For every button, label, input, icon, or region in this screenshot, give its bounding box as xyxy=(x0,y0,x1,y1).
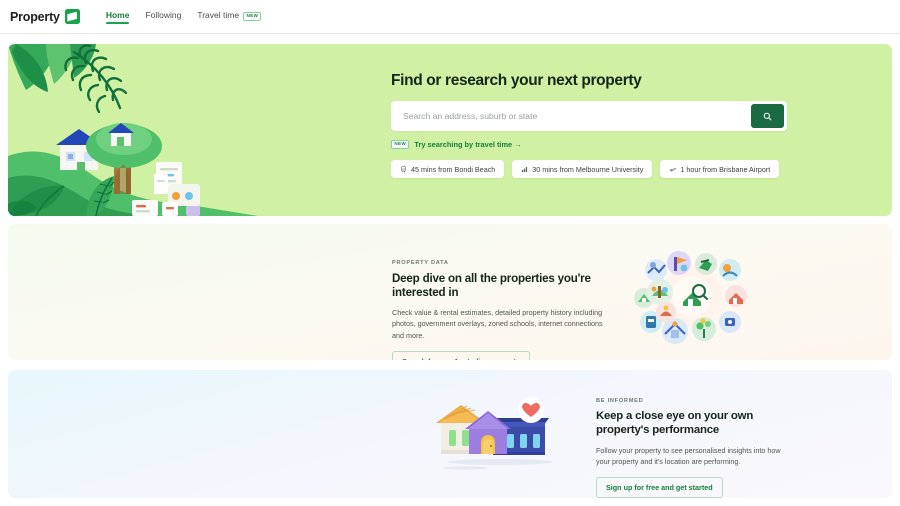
chip-melbourne-university[interactable]: 30 mins from Melbourne University xyxy=(512,160,653,178)
chip-brisbane-airport[interactable]: 1 hour from Brisbane Airport xyxy=(660,160,780,178)
logo[interactable]: Property xyxy=(10,9,80,24)
sign-up-button[interactable]: Sign up for free and get started xyxy=(596,477,723,498)
search-australian-property-button[interactable]: Search for any Australian property xyxy=(392,350,530,360)
chip-label: 1 hour from Brisbane Airport xyxy=(680,164,771,174)
main-nav: Home Following Travel time NEW xyxy=(105,10,262,24)
be-informed-eyebrow: BE INFORMED xyxy=(596,398,644,404)
nav-item-home[interactable]: Home xyxy=(105,10,129,24)
tram-icon xyxy=(522,166,528,172)
logo-text: Property xyxy=(10,9,60,24)
search-button[interactable] xyxy=(751,104,784,128)
travel-new-badge: NEW xyxy=(391,140,410,149)
property-icons-illustration xyxy=(634,251,747,344)
search-bar xyxy=(391,101,787,131)
chip-label: 45 mins from Bondi Beach xyxy=(411,164,496,174)
site-header: Property Home Following Travel time NEW xyxy=(0,0,900,34)
chip-label: 30 mins from Melbourne University xyxy=(532,164,644,174)
be-informed-body: Follow your property to see personalised… xyxy=(596,445,781,466)
hero-content: Find or research your next property NEW … xyxy=(391,72,811,178)
hero-section: Find or research your next property NEW … xyxy=(8,44,892,216)
train-icon xyxy=(401,165,406,173)
chip-bondi-beach[interactable]: 45 mins from Bondi Beach xyxy=(391,160,505,178)
travel-chips: 45 mins from Bondi Beach 30 mins from Me… xyxy=(391,160,811,178)
search-icon xyxy=(763,112,772,120)
house-illustration xyxy=(436,397,552,470)
property-data-title: Deep dive on all the properties you're i… xyxy=(392,272,591,300)
be-informed-text: BE INFORMED Keep a close eye on your own… xyxy=(596,398,796,498)
be-informed-title: Keep a close eye on your own property's … xyxy=(596,410,754,436)
nav-item-travel-time-wrap[interactable]: Travel time NEW xyxy=(197,10,262,23)
plane-icon xyxy=(669,167,677,172)
search-input[interactable] xyxy=(394,111,751,121)
nav-new-badge: NEW xyxy=(243,12,262,21)
property-data-text: PROPERTY DATA Deep dive on all the prope… xyxy=(392,260,607,360)
property-data-section: PROPERTY DATA Deep dive on all the prope… xyxy=(8,224,892,360)
travel-time-link[interactable]: Try searching by travel time → xyxy=(414,140,521,149)
nav-item-travel-time[interactable]: Travel time xyxy=(197,10,239,23)
homepage: Property Home Following Travel time NEW xyxy=(0,0,900,506)
property-data-body: Check value & rental estimates, detailed… xyxy=(392,308,603,340)
travel-time-link-row[interactable]: NEW Try searching by travel time → xyxy=(391,140,811,149)
hero-illustration xyxy=(8,44,258,216)
nav-item-following[interactable]: Following xyxy=(145,10,181,23)
property-data-eyebrow: PROPERTY DATA xyxy=(392,260,449,266)
hero-title: Find or research your next property xyxy=(391,72,642,89)
logo-mark-icon xyxy=(64,9,80,24)
